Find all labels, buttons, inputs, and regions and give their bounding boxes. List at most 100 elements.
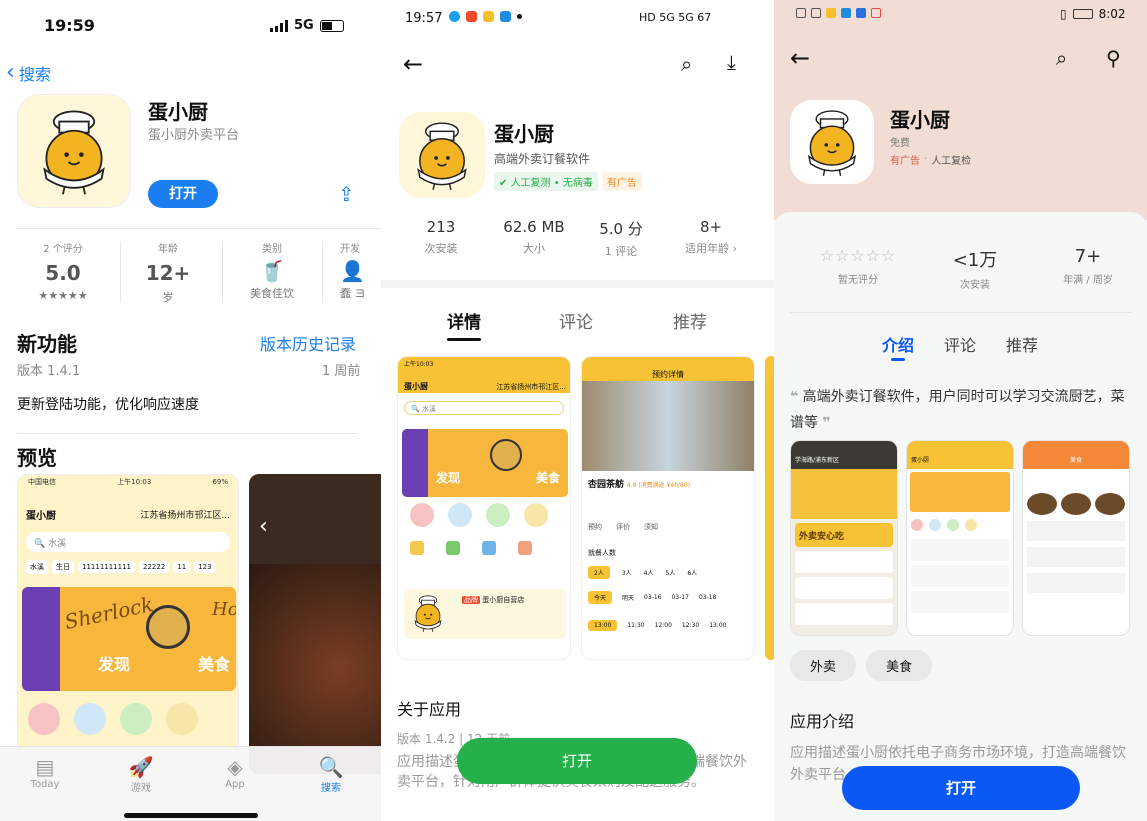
stat-age[interactable]: 8+ 适用年龄 › [671, 218, 751, 256]
download-icon[interactable]: ⤓ [727, 50, 736, 74]
chevron-left-icon: ‹ [259, 514, 268, 539]
tab-reviews[interactable]: 评论 [559, 308, 593, 333]
share-icon[interactable]: ⚲ [1106, 46, 1121, 70]
preview-tags: 水溪 生日 11111111111 22222 11 123 [26, 560, 230, 574]
tab-reviews[interactable]: 评论 [944, 332, 976, 356]
app-subtitle: 蛋小厨外卖平台 [148, 128, 240, 143]
notification-icons [449, 11, 522, 22]
whats-new-title: 新功能 [17, 332, 77, 356]
app-subtitle: 高端外卖订餐软件 [494, 152, 591, 166]
chip-takeout[interactable]: 外卖 [790, 650, 857, 681]
update-note: 更新登陆功能，优化响应速度 [17, 397, 199, 413]
notification-icons [796, 8, 881, 18]
status-time: 19:59 [44, 16, 95, 35]
divider [17, 228, 381, 229]
divider [790, 312, 1131, 313]
intro-quote: ❝ 高端外卖订餐软件，用户同时可以学习交流厨艺，菜谱等 ❞ [790, 384, 1136, 436]
stat-sub: 岁 [162, 291, 174, 304]
stat-age: 年龄 12+ 岁 [122, 240, 214, 305]
version-history-link[interactable]: 版本历史记录 [260, 331, 356, 355]
open-button[interactable]: 打开 [842, 766, 1080, 810]
tag-chips: 外卖 美食 [790, 650, 933, 681]
app-icon [17, 94, 131, 208]
tab-indicator [891, 358, 905, 361]
app-name: 蛋小厨 [890, 108, 950, 132]
share-icon[interactable]: ⇪ [338, 182, 355, 206]
preview-time: 上午10:03 [117, 478, 152, 486]
back-label: 搜索 [18, 64, 51, 84]
tab-details[interactable]: 详情 [447, 308, 481, 333]
chip-food[interactable]: 美食 [866, 650, 933, 681]
app-name: 蛋小厨 [148, 100, 208, 124]
chef-logo-icon [28, 105, 120, 197]
screenshot-home[interactable]: 学海路/浦东新区 外卖安心吃 [790, 440, 898, 636]
chevron-left-icon: ‹ [6, 60, 15, 85]
status-time: 8:02 [1098, 7, 1126, 21]
back-arrow-icon[interactable]: ← [790, 44, 810, 72]
stat-label: 次安装 [424, 242, 458, 255]
status-bar-right: ▯ 8:02 [1060, 7, 1126, 21]
quote-text: 高端外卖订餐软件，用户同时可以学习交流厨艺，菜谱等 [790, 389, 1125, 431]
back-arrow-icon[interactable]: ← [403, 50, 423, 78]
tab-bar: ▤ Today 🚀 游戏 ◈ App 🔍 搜索 [0, 746, 381, 821]
chef-logo-icon [405, 118, 479, 192]
search-icon: 🔍 [318, 755, 344, 779]
version-time: 1 周前 [322, 364, 361, 379]
tab-search[interactable]: 🔍 搜索 [308, 755, 354, 794]
preview-screenshot-food[interactable]: ‹ [249, 474, 381, 774]
huawei-app-store-panel: ▯ 8:02 ← ⌕ ⚲ 蛋小厨 免费 有广告 · 人工复检 ☆☆☆☆☆ 暂无评… [774, 0, 1147, 821]
battery-icon [319, 19, 344, 32]
preview-location: 江苏省扬州市邗江区... [140, 511, 230, 521]
stat-developer: 开发 👤 蠢 ヨ [340, 240, 381, 301]
stat-label: 1 评论 [604, 245, 638, 258]
tab-label: 搜索 [321, 783, 341, 794]
tab-indicator [447, 338, 481, 341]
today-icon: ▤ [35, 755, 55, 779]
stars-icon: ★★★★★ [38, 289, 88, 302]
tab-label: App [225, 779, 245, 790]
stat-value: 213 [426, 218, 456, 236]
preview-search: 🔍 水溪 [26, 532, 230, 552]
tab-label: 游戏 [131, 783, 151, 794]
search-icon[interactable]: ⌕ [681, 52, 692, 76]
stat-label: 开发 [340, 244, 360, 255]
ad-label: 有广告 [890, 156, 920, 167]
tab-recommend[interactable]: 推荐 [673, 308, 707, 333]
screenshot-food-list[interactable]: 美食 [1022, 440, 1130, 636]
stat-installs: <1万 次安装 [926, 246, 1024, 291]
tab-recommend[interactable]: 推荐 [1006, 332, 1038, 356]
divider [17, 433, 357, 434]
open-button[interactable]: 打开 [457, 738, 697, 784]
tab-intro[interactable]: 介绍 [882, 332, 914, 356]
screenshot-reservation[interactable]: 预约详情 杏园茶舫 4.8 (消费满返 ¥40/80) 预约 评价 须知 就餐人数 … [581, 356, 755, 660]
stat-value: 12+ [145, 261, 191, 285]
vibrate-icon: ▯ [1060, 7, 1067, 21]
stat-value: 5.0 分 [599, 220, 643, 238]
screenshot-home[interactable]: 上午10:03 蛋小厨 江苏省扬州市邗江区... 🔍 水溪 发现 美食 品牌 蛋小… [397, 356, 571, 660]
quote-open-icon: ❝ [790, 389, 799, 405]
oppo-app-store-panel: 19:57 HD 5G 5G 67 ← ⌕ ⤓ 蛋小厨 高端外卖订餐软件 ✔ 人… [381, 0, 774, 821]
stat-label: 次安装 [960, 280, 990, 291]
tab-apps[interactable]: ◈ App [212, 755, 258, 790]
app-icon [399, 112, 485, 198]
preview-battery: 69% [212, 478, 228, 486]
preview-screenshot[interactable]: 中国电信 上午10:03 69% 蛋小厨 江苏省扬州市邗江区... 🔍 水溪 水… [17, 474, 239, 774]
stat-value: 8+ [699, 218, 723, 236]
tab-today[interactable]: ▤ Today [22, 755, 68, 790]
stat-value: 5.0 [45, 261, 81, 285]
open-button[interactable]: 打开 [148, 180, 218, 208]
layers-icon: ◈ [227, 755, 243, 779]
about-title: 应用介绍 [790, 712, 855, 731]
back-button[interactable]: ‹ 搜索 [6, 60, 51, 85]
stat-value: 7+ [1074, 246, 1102, 267]
drink-icon: 🥤 [259, 259, 285, 283]
stat-label: 暂无评分 [838, 275, 878, 286]
stat-ratings: 2 个评分 5.0 ★★★★★ [17, 240, 109, 302]
screenshot-menu[interactable]: 蛋小厨 [906, 440, 1014, 636]
tab-games[interactable]: 🚀 游戏 [118, 755, 164, 794]
search-icon[interactable]: ⌕ [1056, 46, 1067, 70]
ios-app-store-panel: 19:59 5G ‹ 搜索 蛋小厨 蛋小厨外卖平台 打开 ⇪ 2 个评分 5.0… [0, 0, 381, 821]
stat-rating: ☆☆☆☆☆ 暂无评分 [808, 246, 908, 286]
home-indicator [124, 813, 258, 818]
app-name: 蛋小厨 [494, 122, 554, 146]
